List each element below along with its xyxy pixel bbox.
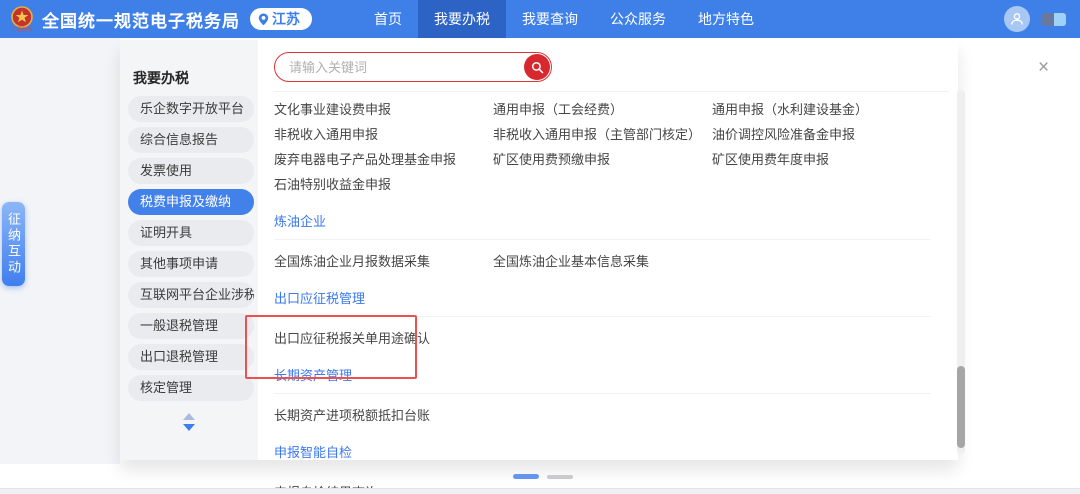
- link-row: 废弃电器电子产品处理基金申报 矿区使用费预缴申报 矿区使用费年度申报: [274, 146, 931, 171]
- link-row: 石油特别收益金申报: [274, 171, 931, 196]
- page-dash-1[interactable]: [513, 474, 539, 479]
- main-area: 征纳互动 我要办税 乐企数字开放平台 综合信息报告 发票使用 税费申报及缴纳 证…: [0, 38, 1080, 494]
- main-nav: 首页 我要办税 我要查询 公众服务 地方特色: [358, 0, 770, 38]
- nav-public-service[interactable]: 公众服务: [594, 0, 682, 38]
- menu-link[interactable]: 文化事业建设费申报: [274, 99, 493, 118]
- header-right: [1004, 6, 1066, 32]
- menu-link[interactable]: 废弃电器电子产品处理基金申报: [274, 149, 493, 168]
- category-sidebar: 我要办税 乐企数字开放平台 综合信息报告 发票使用 税费申报及缴纳 证明开具 其…: [120, 40, 258, 460]
- sidebar-item-invoice-use[interactable]: 发票使用: [128, 158, 254, 184]
- link-row: 非税收入通用申报 非税收入通用申报（主管部门核定） 油价调控风险准备金申报: [274, 121, 931, 146]
- toggle-left-segment: [1042, 13, 1054, 26]
- sidebar-item-certificate-issue[interactable]: 证明开具: [128, 220, 254, 246]
- national-emblem-icon: [10, 6, 34, 28]
- menu-link[interactable]: 矿区使用费预缴申报: [493, 149, 712, 168]
- toggle-right-segment: [1054, 13, 1066, 26]
- sidebar-item-general-refund[interactable]: 一般退税管理: [128, 313, 254, 339]
- region-selector[interactable]: 江苏: [250, 8, 312, 30]
- menu-link[interactable]: 非税收入通用申报（主管部门核定）: [493, 124, 712, 143]
- menu-link[interactable]: 出口应征税报关单用途确认: [274, 328, 493, 347]
- carousel-pagination: [513, 474, 573, 479]
- sidebar-item-other-matters[interactable]: 其他事项申请: [128, 251, 254, 277]
- tax-menu-panel: 我要办税 乐企数字开放平台 综合信息报告 发票使用 税费申报及缴纳 证明开具 其…: [120, 40, 958, 460]
- search-button[interactable]: [524, 54, 550, 80]
- section-header-refinery[interactable]: 炼油企业: [274, 206, 931, 240]
- menu-link[interactable]: 油价调控风险准备金申报: [712, 124, 931, 143]
- tax-bureau-logo: 中国税务: [10, 6, 34, 33]
- menu-link[interactable]: 石油特别收益金申报: [274, 174, 493, 193]
- menu-link-longterm-asset-ledger[interactable]: 长期资产进项税额抵扣台账: [274, 405, 493, 424]
- menu-link[interactable]: 通用申报（水利建设基金）: [712, 99, 931, 118]
- close-icon[interactable]: ×: [1038, 58, 1049, 77]
- sidebar-item-internet-platform-report[interactable]: 互联网平台企业涉税信息报送: [128, 282, 254, 308]
- section-header-longterm-assets[interactable]: 长期资产管理: [274, 360, 931, 394]
- levy-interaction-tab[interactable]: 征纳互动: [2, 202, 25, 286]
- sidebar-item-assessment-mgmt[interactable]: 核定管理: [128, 375, 254, 401]
- site-title: 全国统一规范电子税务局: [42, 7, 240, 32]
- content-scrollbar[interactable]: [957, 90, 965, 454]
- sidebar-item-export-refund[interactable]: 出口退税管理: [128, 344, 254, 370]
- menu-link[interactable]: 非税收入通用申报: [274, 124, 493, 143]
- sidebar-item-tax-declaration[interactable]: 税费申报及缴纳: [128, 189, 254, 215]
- logo-caption: 中国税务: [11, 28, 33, 33]
- link-row: 文化事业建设费申报 通用申报（工会经费） 通用申报（水利建设基金）: [274, 96, 931, 121]
- search-icon: [531, 61, 544, 74]
- tax-item-list: 文化事业建设费申报 通用申报（工会经费） 通用申报（水利建设基金） 非税收入通用…: [274, 91, 949, 494]
- menu-link[interactable]: 矿区使用费年度申报: [712, 149, 931, 168]
- keyword-search: [274, 52, 552, 82]
- page-bottom-strip: [0, 488, 1080, 494]
- region-label: 江苏: [272, 9, 300, 29]
- link-row: 长期资产进项税额抵扣台账: [274, 402, 931, 427]
- nav-home[interactable]: 首页: [358, 0, 418, 38]
- location-pin-icon: [258, 13, 269, 26]
- top-header: 中国税务 全国统一规范电子税务局 江苏 首页 我要办税 我要查询 公众服务 地方…: [0, 0, 1080, 38]
- nav-inquiry[interactable]: 我要查询: [506, 0, 594, 38]
- section-header-smart-selfcheck[interactable]: 申报智能自检: [274, 437, 931, 471]
- section-header-export-taxable[interactable]: 出口应征税管理: [274, 283, 931, 317]
- search-input[interactable]: [274, 52, 552, 82]
- link-row: 全国炼油企业月报数据采集 全国炼油企业基本信息采集: [274, 248, 931, 273]
- collapse-toggle[interactable]: [1042, 13, 1066, 26]
- menu-link[interactable]: 全国炼油企业月报数据采集: [274, 251, 493, 270]
- page-dash-2[interactable]: [547, 475, 573, 479]
- user-avatar[interactable]: [1004, 6, 1030, 32]
- scroll-down-icon[interactable]: [183, 424, 195, 431]
- nav-local-features[interactable]: 地方特色: [682, 0, 770, 38]
- menu-content: 文化事业建设费申报 通用申报（工会经费） 通用申报（水利建设基金） 非税收入通用…: [258, 40, 969, 460]
- link-row: 出口应征税报关单用途确认: [274, 325, 931, 350]
- scroll-up-icon[interactable]: [183, 413, 195, 420]
- person-icon: [1009, 11, 1025, 27]
- menu-link[interactable]: 通用申报（工会经费）: [493, 99, 712, 118]
- sidebar-scroll-arrows: [120, 413, 258, 431]
- nav-tax-handling[interactable]: 我要办税: [418, 0, 506, 38]
- menu-link[interactable]: 全国炼油企业基本信息采集: [493, 251, 712, 270]
- sidebar-item-comprehensive-info[interactable]: 综合信息报告: [128, 127, 254, 153]
- sidebar-item-leqi-platform[interactable]: 乐企数字开放平台: [128, 96, 254, 122]
- sidebar-title: 我要办税: [133, 68, 258, 88]
- scrollbar-thumb[interactable]: [957, 366, 965, 448]
